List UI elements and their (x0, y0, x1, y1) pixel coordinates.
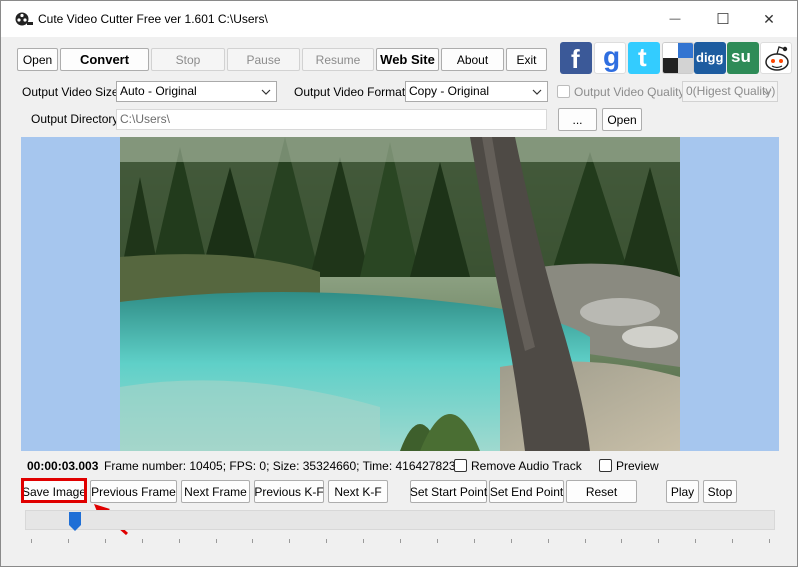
open-dir-button[interactable]: Open (602, 108, 642, 131)
stop-convert-button[interactable]: Stop (151, 48, 225, 71)
timeline-tick (31, 539, 32, 543)
timeline-tick (658, 539, 659, 543)
preview-label: Preview (616, 459, 659, 473)
previous-keyframe-button[interactable]: Previous K-F (254, 480, 324, 503)
video-quality-select[interactable]: 0(Higest Quality) (682, 81, 778, 102)
timeline-tick (363, 539, 364, 543)
set-start-point-button[interactable]: Set Start Point (410, 480, 487, 503)
close-icon: ✕ (763, 10, 775, 27)
video-size-label: Output Video Size: (22, 85, 122, 99)
browse-button[interactable]: ... (558, 108, 597, 131)
timeline-slider-track[interactable] (25, 510, 775, 530)
delicious-icon[interactable] (662, 42, 694, 74)
timeline-tick (68, 539, 69, 543)
reddit-icon[interactable] (760, 42, 792, 74)
remove-audio-checkbox[interactable] (454, 459, 467, 472)
title-bar: Cute Video Cutter Free ver 1.601 C:\User… (1, 1, 797, 37)
stumbleupon-icon[interactable]: su (727, 42, 759, 74)
play-button[interactable]: Play (666, 480, 699, 503)
timeline-tick (695, 539, 696, 543)
stop-button[interactable]: Stop (703, 480, 737, 503)
frame-info-text: Frame number: 10405; FPS: 0; Size: 35324… (104, 459, 456, 473)
timeline-tick (216, 539, 217, 543)
window-title: Cute Video Cutter Free ver 1.601 C:\User… (38, 12, 268, 26)
website-button[interactable]: Web Site (376, 48, 439, 71)
video-size-select[interactable]: Auto - Original (116, 81, 277, 102)
remove-audio-label: Remove Audio Track (471, 459, 582, 473)
timeline-tick (769, 539, 770, 543)
about-button[interactable]: About (441, 48, 504, 71)
reset-button[interactable]: Reset (566, 480, 637, 503)
film-reel-icon (15, 12, 33, 26)
previous-frame-button[interactable]: Previous Frame (90, 480, 177, 503)
timeline-tick (142, 539, 143, 543)
set-end-point-button[interactable]: Set End Point (489, 480, 564, 503)
save-image-highlight (21, 478, 87, 503)
digg-icon[interactable]: digg (694, 42, 726, 74)
timeline-tick (511, 539, 512, 543)
next-keyframe-button[interactable]: Next K-F (328, 480, 388, 503)
timeline-tick (179, 539, 180, 543)
timeline-tick (585, 539, 586, 543)
maximize-button[interactable]: ☐ (700, 1, 746, 37)
exit-button[interactable]: Exit (506, 48, 547, 71)
close-button[interactable]: ✕ (746, 1, 792, 37)
timeline-tick (105, 539, 106, 543)
video-frame-image (120, 137, 680, 451)
output-dir-field[interactable]: C:\Users\ (116, 109, 547, 130)
app-window: Cute Video Cutter Free ver 1.601 C:\User… (0, 0, 798, 567)
timeline-tick (548, 539, 549, 543)
timecode-display: 00:00:03.003 (27, 459, 99, 473)
preview-checkbox[interactable] (599, 459, 612, 472)
resume-button[interactable]: Resume (302, 48, 374, 71)
timeline-tick (474, 539, 475, 543)
timeline-tick (289, 539, 290, 543)
facebook-icon[interactable]: f (560, 42, 592, 74)
video-format-label: Output Video Format: (294, 85, 409, 99)
chevron-down-icon (261, 89, 271, 95)
timeline-tick (621, 539, 622, 543)
next-frame-button[interactable]: Next Frame (181, 480, 250, 503)
twitter-icon[interactable]: t (628, 42, 660, 74)
timeline-tick (400, 539, 401, 543)
video-quality-checkbox[interactable] (557, 85, 570, 98)
minimize-button[interactable]: — (652, 1, 698, 37)
google-icon[interactable]: g (594, 42, 626, 74)
chevron-down-icon (532, 89, 542, 95)
open-button[interactable]: Open (17, 48, 58, 71)
video-format-select[interactable]: Copy - Original (405, 81, 548, 102)
convert-button[interactable]: Convert (60, 48, 149, 71)
maximize-icon: ☐ (716, 11, 730, 28)
timeline-tick (732, 539, 733, 543)
timeline-tick (326, 539, 327, 543)
timeline-tick (437, 539, 438, 543)
timeline-tick (252, 539, 253, 543)
timeline-slider-thumb[interactable] (69, 512, 81, 531)
minimize-icon: — (669, 13, 681, 25)
output-dir-label: Output Directory: (31, 112, 122, 126)
video-quality-label: Output Video Quality (574, 85, 685, 99)
pause-button[interactable]: Pause (227, 48, 300, 71)
chevron-down-icon (762, 89, 772, 95)
